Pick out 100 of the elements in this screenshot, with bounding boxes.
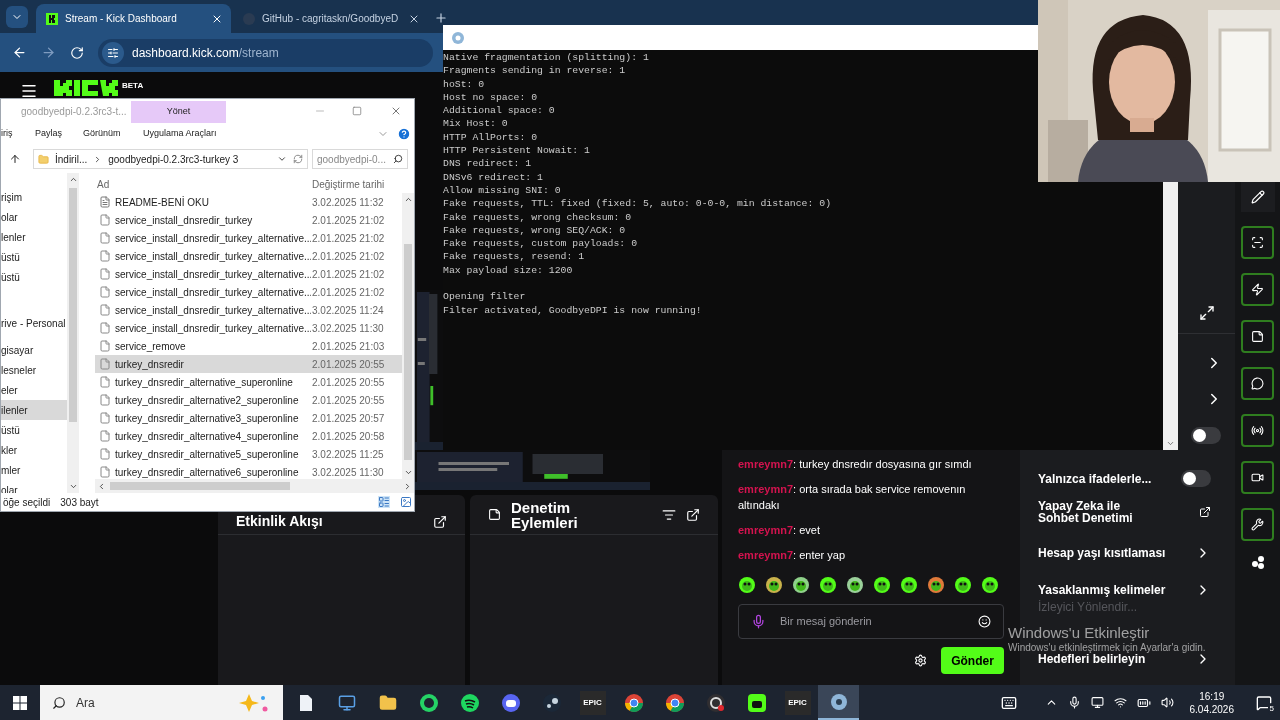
- browser-tab[interactable]: Stream - Kick Dashboard: [36, 4, 231, 33]
- wifi-icon[interactable]: [1113, 696, 1127, 709]
- expand-icon[interactable]: [1198, 305, 1215, 321]
- scroll-left-icon[interactable]: [97, 481, 106, 491]
- keyboard-icon[interactable]: [1000, 694, 1017, 711]
- nav-item[interactable]: mler: [1, 460, 67, 480]
- sidebar-button[interactable]: [1241, 320, 1274, 353]
- message-field[interactable]: Bir mesaj gönderin: [738, 604, 1004, 639]
- nav-item[interactable]: rive - Personal: [1, 313, 67, 333]
- menu-icon[interactable]: [20, 82, 38, 100]
- help-icon[interactable]: [397, 127, 411, 141]
- emote-icon[interactable]: [981, 576, 999, 594]
- file-row[interactable]: turkey_dnsredir_alternative_superonline 2.01.2025 20:55: [95, 373, 402, 391]
- display-icon[interactable]: [1090, 696, 1104, 709]
- close-icon[interactable]: [390, 105, 402, 117]
- notification-icon[interactable]: [1256, 694, 1272, 711]
- scrollbar[interactable]: [95, 479, 414, 493]
- microphone-icon[interactable]: [1067, 696, 1081, 709]
- emote-icon[interactable]: [900, 576, 918, 594]
- nav-item[interactable]: olar: [1, 480, 67, 493]
- sidebar-button[interactable]: [1241, 273, 1274, 306]
- file-row[interactable]: turkey_dnsredir_alternative4_superonline 2.01.2025 20:58: [95, 427, 402, 445]
- emote-icon[interactable]: [954, 576, 972, 594]
- thumbnail-view-icon[interactable]: [400, 496, 412, 508]
- file-row[interactable]: service_install_dnsredir_turkey_alternative...2.01.2025 21:02: [95, 265, 402, 283]
- emoji-icon[interactable]: [978, 615, 991, 628]
- new-tab-icon[interactable]: [434, 11, 448, 25]
- file-row[interactable]: service_remove 2.01.2025 21:03: [95, 337, 402, 355]
- file-row[interactable]: service_install_dnsredir_turkey_alternative...2.01.2025 21:02: [95, 247, 402, 265]
- emote-icon[interactable]: [819, 576, 837, 594]
- scroll-down-icon[interactable]: [1166, 439, 1175, 448]
- tab-search-button[interactable]: [6, 6, 28, 28]
- address-field[interactable]: dashboard.kick.com/stream: [98, 38, 433, 67]
- volume-icon[interactable]: [1160, 696, 1174, 709]
- scroll-down-icon[interactable]: [403, 468, 413, 477]
- nav-item[interactable]: eler: [1, 380, 67, 400]
- toggle-switch[interactable]: [1181, 470, 1211, 487]
- emote-icon[interactable]: [738, 576, 756, 594]
- emote-icon[interactable]: [846, 576, 864, 594]
- context-tab[interactable]: Yönet: [131, 101, 226, 123]
- file-row[interactable]: turkey_dnsredir_alternative2_superonline 2.01.2025 20:55: [95, 391, 402, 409]
- up-icon[interactable]: [9, 153, 21, 165]
- forward-icon[interactable]: [41, 45, 56, 60]
- nav-item[interactable]: üstü: [1, 420, 67, 440]
- file-row[interactable]: service_install_dnsredir_turkey_alternative...3.02.2025 11:24: [95, 301, 402, 319]
- file-row[interactable]: turkey_dnsredir_alternative6_superonline 3.02.2025 11:30: [95, 463, 402, 481]
- nav-item[interactable]: olar: [1, 207, 67, 227]
- settings-icon[interactable]: [914, 654, 927, 667]
- sidebar-button[interactable]: [1241, 367, 1274, 400]
- file-row[interactable]: README-BENİ OKU 3.02.2025 11:32: [95, 193, 402, 211]
- nav-item[interactable]: üstü: [1, 247, 67, 267]
- scrollbar[interactable]: [1163, 182, 1178, 450]
- nav-item[interactable]: lenler: [1, 227, 67, 247]
- taskbar-app[interactable]: EPIC: [572, 685, 613, 720]
- breadcrumb[interactable]: goodbyedpi-0.2.3rc3-turkey 3: [108, 151, 271, 167]
- chevron-down-icon[interactable]: [277, 154, 287, 164]
- scrollbar[interactable]: [67, 173, 79, 493]
- sidebar-button[interactable]: [1241, 226, 1274, 259]
- file-row[interactable]: service_install_dnsredir_turkey 2.01.2025 21:02: [95, 211, 402, 229]
- reload-icon[interactable]: [70, 45, 84, 60]
- file-row[interactable]: turkey_dnsredir_alternative5_superonline 3.02.2025 11:25: [95, 445, 402, 463]
- browser-tab[interactable]: GitHub - cagritaskn/GoodbyeD: [233, 4, 428, 33]
- pop-out-icon[interactable]: [686, 507, 700, 522]
- file-row[interactable]: service_install_dnsredir_turkey_alternative...2.01.2025 21:02: [95, 283, 402, 301]
- file-row[interactable]: service_install_dnsredir_turkey_alternative...3.02.2025 11:30: [95, 319, 402, 337]
- emote-icon[interactable]: [765, 576, 783, 594]
- dots-icon[interactable]: [1250, 555, 1265, 569]
- scroll-right-icon[interactable]: [403, 481, 412, 491]
- external-link-icon[interactable]: [1199, 506, 1211, 518]
- sidebar-button[interactable]: [1241, 508, 1274, 541]
- file-row[interactable]: turkey_dnsredir_alternative3_superonline 2.01.2025 20:57: [95, 409, 402, 427]
- pencil-icon[interactable]: [1250, 190, 1265, 204]
- breadcrumb[interactable]: İndiril...: [55, 151, 88, 167]
- nav-item[interactable]: lesneler: [1, 360, 67, 380]
- nav-item[interactable]: ilenler: [1, 400, 67, 420]
- file-row[interactable]: turkey_dnsredir 2.01.2025 20:55: [95, 355, 402, 373]
- send-button[interactable]: Gönder: [941, 647, 1004, 674]
- emote-icon[interactable]: [873, 576, 891, 594]
- scroll-up-icon[interactable]: [403, 195, 413, 204]
- ribbon-tab[interactable]: iriş: [1, 127, 35, 141]
- scrollbar[interactable]: [402, 193, 414, 479]
- file-row[interactable]: service_install_dnsredir_turkey_alternative...2.01.2025 21:02: [95, 229, 402, 247]
- refresh-icon[interactable]: [293, 154, 303, 164]
- column-header[interactable]: Değiştirme tarihi: [312, 177, 385, 192]
- nav-item[interactable]: gisayar: [1, 340, 67, 360]
- ribbon-tab[interactable]: Paylaş: [35, 127, 83, 141]
- details-view-icon[interactable]: [378, 496, 390, 508]
- filter-icon[interactable]: [662, 507, 676, 522]
- nav-item[interactable]: üstü: [1, 267, 67, 287]
- ribbon-tab[interactable]: Görünüm: [83, 127, 143, 141]
- sidebar-button[interactable]: [1241, 461, 1274, 494]
- site-settings-icon[interactable]: [107, 46, 119, 59]
- taskbar-app[interactable]: EPIC: [777, 685, 818, 720]
- nav-item[interactable]: rişim: [1, 187, 67, 207]
- scroll-down-icon[interactable]: [68, 482, 78, 491]
- address-field[interactable]: İndiril... goodbyedpi-0.2.3rc3-turkey 3: [33, 149, 308, 169]
- pop-out-icon[interactable]: [433, 515, 447, 529]
- sidebar-button[interactable]: [1241, 414, 1274, 447]
- back-icon[interactable]: [12, 45, 27, 60]
- search-field[interactable]: goodbyedpi-0...: [312, 149, 408, 169]
